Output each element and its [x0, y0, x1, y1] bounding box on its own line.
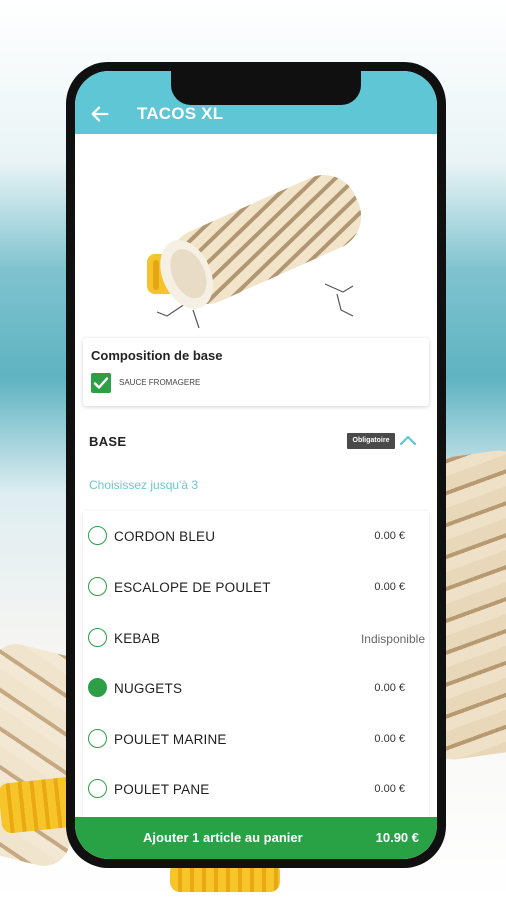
arrow-left-icon[interactable] — [89, 103, 111, 125]
cart-total-price: 10.90 € — [375, 830, 419, 845]
option-poulet-marine[interactable]: POULET MARINE 0.00 € — [83, 719, 429, 769]
composition-title: Composition de base — [91, 348, 223, 363]
composition-card: Composition de base SAUCE FROMAGERE — [83, 338, 429, 406]
product-image — [75, 134, 437, 334]
add-to-cart-label: Ajouter 1 article au panier — [143, 830, 303, 845]
page-title: TACOS XL — [137, 104, 224, 123]
add-to-cart-button[interactable]: Ajouter 1 article au panier 10.90 € — [75, 817, 437, 859]
phone-notch — [171, 71, 361, 105]
option-price: 0.00 € — [374, 682, 405, 694]
base-section-title: BASE — [89, 434, 127, 449]
phone-frame: TACOS XL Composition de base SAUCE FROMA… — [66, 62, 446, 868]
option-nuggets[interactable]: NUGGETS 0.00 € — [83, 668, 429, 718]
radio-button-selected[interactable] — [88, 678, 107, 697]
radio-button[interactable] — [88, 526, 107, 545]
option-name: CORDON BLEU — [114, 529, 216, 544]
option-price: 0.00 € — [374, 783, 405, 795]
option-price: 0.00 € — [374, 733, 405, 745]
radio-button[interactable] — [88, 628, 107, 647]
radio-button[interactable] — [88, 729, 107, 748]
option-unavailable: Indisponible — [360, 632, 425, 646]
option-escalope-de-poulet[interactable]: ESCALOPE DE POULET 0.00 € — [83, 567, 429, 617]
option-name: NUGGETS — [114, 681, 183, 696]
sauce-label: SAUCE FROMAGERE — [119, 378, 201, 387]
option-kebab[interactable]: KEBAB Indisponible — [83, 618, 429, 668]
sauce-checkbox[interactable] — [91, 373, 111, 393]
option-name: ESCALOPE DE POULET — [114, 580, 271, 595]
radio-button[interactable] — [88, 779, 107, 798]
option-cordon-bleu[interactable]: CORDON BLEU 0.00 € — [83, 516, 429, 566]
option-price: 0.00 € — [374, 581, 405, 593]
app-screen: TACOS XL Composition de base SAUCE FROMA… — [75, 71, 437, 859]
option-name: POULET MARINE — [114, 732, 227, 747]
option-name: POULET PANE — [114, 782, 210, 797]
option-poulet-pane[interactable]: POULET PANE 0.00 € — [83, 769, 429, 819]
choice-hint: Choisissez jusqu'à 3 — [89, 478, 199, 492]
option-name: KEBAB — [114, 631, 161, 646]
required-badge: Obligatoire — [347, 433, 395, 449]
chevron-up-icon[interactable] — [397, 430, 419, 450]
check-icon — [93, 377, 109, 389]
option-price: 0.00 € — [374, 530, 405, 542]
base-options-list: CORDON BLEU 0.00 € ESCALOPE DE POULET 0.… — [83, 511, 429, 859]
radio-button[interactable] — [88, 577, 107, 596]
